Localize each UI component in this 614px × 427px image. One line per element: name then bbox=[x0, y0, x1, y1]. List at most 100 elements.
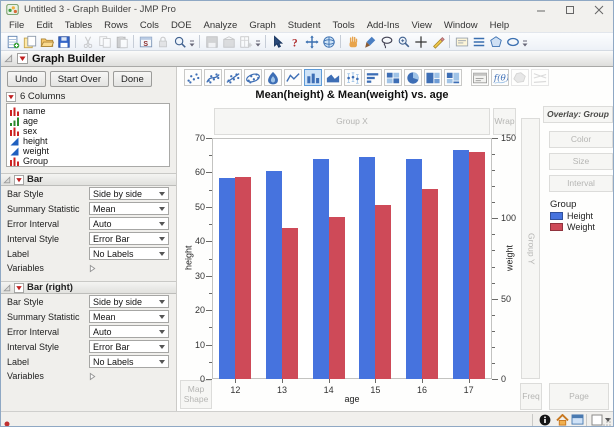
save-session-icon[interactable] bbox=[203, 34, 220, 50]
bar-weight[interactable] bbox=[282, 228, 298, 379]
area-icon[interactable] bbox=[324, 69, 342, 86]
minimize-button[interactable] bbox=[526, 1, 555, 18]
points-intervals-icon[interactable] bbox=[344, 69, 362, 86]
annotate-tool-icon[interactable] bbox=[429, 34, 446, 50]
pie-icon[interactable] bbox=[404, 69, 422, 86]
bar-variables-disclosure[interactable] bbox=[89, 264, 169, 273]
menu-view[interactable]: View bbox=[405, 20, 437, 31]
menu-file[interactable]: File bbox=[3, 20, 30, 31]
undo-button[interactable]: Undo bbox=[7, 71, 46, 87]
columns-red-triangle-menu[interactable] bbox=[6, 92, 16, 102]
bar-weight[interactable] bbox=[235, 177, 251, 379]
drop-zone-group-x[interactable]: Group X bbox=[214, 108, 490, 135]
bar-right-bar-style-select[interactable]: Side by side bbox=[89, 295, 169, 308]
maximize-button[interactable] bbox=[555, 1, 584, 18]
bar-weight[interactable] bbox=[422, 189, 438, 379]
legend-item-weight[interactable]: Weight bbox=[550, 222, 595, 232]
collapse-triangle-icon[interactable] bbox=[4, 54, 13, 63]
script-window-icon[interactable]: S bbox=[137, 34, 154, 50]
open-icon[interactable] bbox=[38, 34, 55, 50]
drop-zone-interval[interactable]: Interval bbox=[549, 175, 613, 192]
drop-zone-freq[interactable]: Freq bbox=[520, 383, 542, 410]
start-over-button[interactable]: Start Over bbox=[50, 71, 109, 87]
menu-help[interactable]: Help bbox=[484, 20, 516, 31]
menu-add-ins[interactable]: Add-Ins bbox=[361, 20, 406, 31]
bar-interval-style-select[interactable]: Error Bar bbox=[89, 232, 169, 245]
brush-tool-icon[interactable] bbox=[361, 34, 378, 50]
smoother-icon[interactable] bbox=[204, 69, 222, 86]
drop-zone-page[interactable]: Page bbox=[549, 383, 609, 410]
lock-icon[interactable] bbox=[154, 34, 171, 50]
move-tool-icon[interactable] bbox=[303, 34, 320, 50]
parallel-icon[interactable] bbox=[531, 69, 549, 86]
paste-icon[interactable] bbox=[113, 34, 130, 50]
search-icon[interactable] bbox=[171, 34, 188, 50]
bar-right-error-interval-select[interactable]: Auto bbox=[89, 325, 169, 338]
resize-grip[interactable] bbox=[603, 418, 611, 426]
drop-zone-size[interactable]: Size bbox=[549, 153, 613, 170]
package-icon[interactable] bbox=[220, 34, 237, 50]
map-shapes-icon[interactable] bbox=[511, 69, 529, 86]
bar-icon[interactable] bbox=[304, 69, 322, 86]
save-icon[interactable] bbox=[55, 34, 72, 50]
column-item-age[interactable]: age bbox=[10, 116, 166, 126]
bar-height[interactable] bbox=[313, 159, 329, 379]
info-icon[interactable] bbox=[539, 414, 551, 427]
menu-graph[interactable]: Graph bbox=[243, 20, 281, 31]
drop-zone-color[interactable]: Color bbox=[549, 131, 613, 148]
polygon-tool-icon[interactable] bbox=[487, 34, 504, 50]
lasso-tool-icon[interactable] bbox=[378, 34, 395, 50]
arrow-tool-icon[interactable] bbox=[269, 34, 286, 50]
bar-label-select[interactable]: No Labels bbox=[89, 247, 169, 260]
menu-window[interactable]: Window bbox=[438, 20, 484, 31]
lines-tool-icon[interactable] bbox=[470, 34, 487, 50]
ellipse-icon[interactable] bbox=[244, 69, 262, 86]
bar-right-red-triangle-menu[interactable] bbox=[14, 283, 24, 293]
bar-height[interactable] bbox=[219, 178, 235, 379]
drop-zone-wrap[interactable]: Wrap bbox=[493, 108, 516, 135]
legend-item-height[interactable]: Height bbox=[550, 211, 593, 221]
grabber-tool-icon[interactable] bbox=[344, 34, 361, 50]
menu-doe[interactable]: DOE bbox=[165, 20, 198, 31]
bar-height[interactable] bbox=[453, 150, 469, 379]
menu-analyze[interactable]: Analyze bbox=[198, 20, 244, 31]
display-box-icon[interactable] bbox=[591, 414, 603, 427]
contour-icon[interactable] bbox=[264, 69, 282, 86]
toolbar-overflow-icon[interactable] bbox=[188, 34, 196, 50]
new-column-icon[interactable] bbox=[237, 34, 254, 50]
line-icon[interactable] bbox=[284, 69, 302, 86]
treemap-icon[interactable] bbox=[424, 69, 442, 86]
bar-summary-statistic-select[interactable]: Mean bbox=[89, 202, 169, 215]
bar-weight[interactable] bbox=[329, 217, 345, 379]
heatmap-icon[interactable] bbox=[384, 69, 402, 86]
bar-right-summary-statistic-select[interactable]: Mean bbox=[89, 310, 169, 323]
drop-zone-overlay[interactable]: Overlay: Group bbox=[543, 106, 613, 123]
home-icon[interactable] bbox=[556, 414, 569, 427]
close-button[interactable] bbox=[584, 1, 613, 18]
magnifier-tool-icon[interactable] bbox=[395, 34, 412, 50]
window-icon[interactable] bbox=[571, 414, 584, 427]
line-of-fit-icon[interactable] bbox=[224, 69, 242, 86]
bar-height[interactable] bbox=[266, 171, 282, 379]
bar-weight[interactable] bbox=[469, 152, 485, 379]
column-item-sex[interactable]: sex bbox=[10, 126, 166, 136]
caption-box-icon[interactable] bbox=[471, 69, 489, 86]
formula-icon[interactable]: f(θ) bbox=[491, 69, 509, 86]
bar-error-interval-select[interactable]: Auto bbox=[89, 217, 169, 230]
menu-rows[interactable]: Rows bbox=[98, 20, 134, 31]
bar-horizontal-icon[interactable] bbox=[364, 69, 382, 86]
done-button[interactable]: Done bbox=[113, 71, 152, 87]
new-data-table-icon[interactable] bbox=[4, 34, 21, 50]
column-item-height[interactable]: height bbox=[10, 136, 166, 146]
bar-height[interactable] bbox=[359, 157, 375, 379]
column-item-name[interactable]: name bbox=[10, 106, 166, 116]
crosshair-tool-icon[interactable] bbox=[412, 34, 429, 50]
copy-icon[interactable] bbox=[96, 34, 113, 50]
bar-height[interactable] bbox=[406, 159, 422, 379]
menu-tables[interactable]: Tables bbox=[59, 20, 98, 31]
column-item-group[interactable]: Group bbox=[10, 156, 166, 166]
plot-area[interactable] bbox=[212, 138, 492, 379]
collapse-triangle-icon[interactable] bbox=[3, 284, 11, 292]
bar-right-interval-style-select[interactable]: Error Bar bbox=[89, 340, 169, 353]
toolbar-overflow-icon[interactable] bbox=[521, 34, 529, 50]
